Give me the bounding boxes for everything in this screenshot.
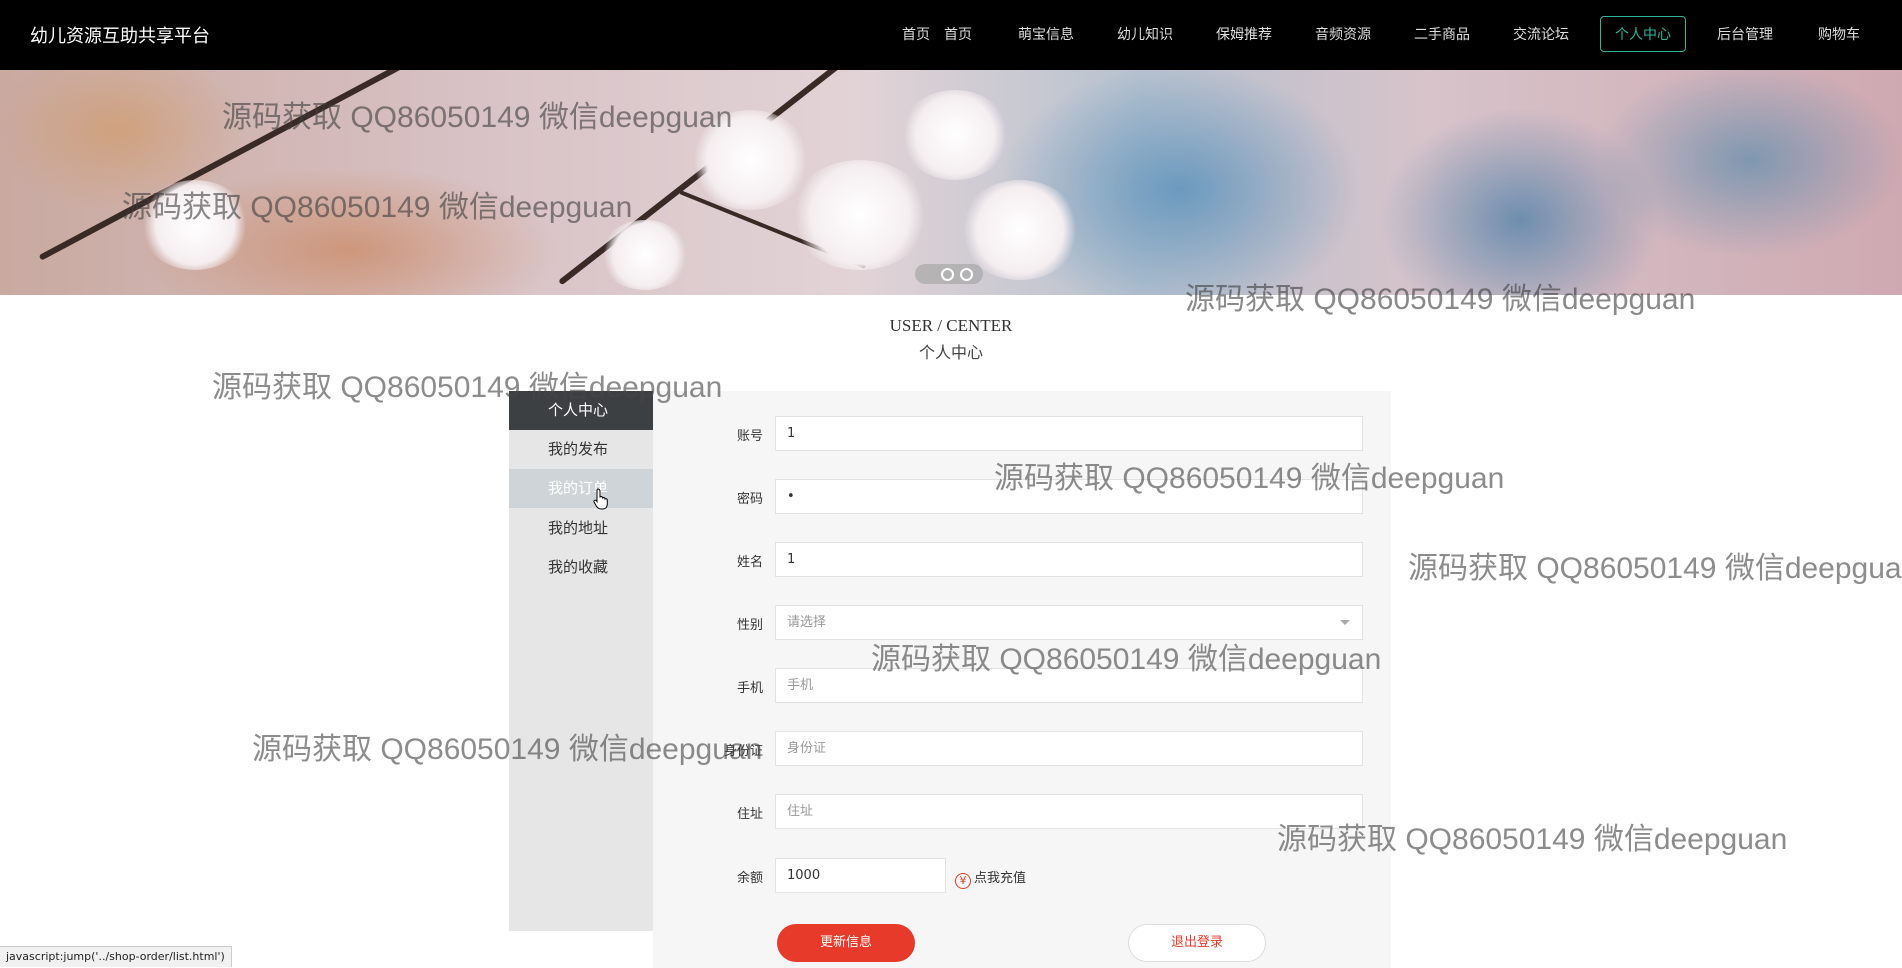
id-card-field[interactable]: 身份证 [775, 731, 1363, 766]
account-field[interactable]: 1 [775, 416, 1363, 451]
nav-item-audio[interactable]: 音频资源 [1315, 24, 1371, 44]
banner-carousel[interactable] [0, 70, 1902, 295]
blossom-decoration [900, 90, 1010, 180]
address-field[interactable]: 住址 [775, 794, 1363, 829]
blossom-decoration [690, 110, 810, 210]
recharge-link[interactable]: ¥ 点我充值 [955, 867, 1026, 889]
balance-label: 余额 [737, 871, 764, 886]
blossom-decoration [140, 180, 250, 270]
yen-icon: ¥ [955, 873, 971, 889]
password-label: 密码 [737, 492, 764, 507]
nav-item-home[interactable]: 首页 [902, 24, 930, 44]
id-card-label: 身份证 [724, 744, 764, 759]
gender-label: 性别 [737, 618, 764, 633]
sidebar-item-user-center[interactable]: 个人中心 [509, 391, 653, 430]
carousel-dot-2[interactable] [941, 268, 954, 281]
watermark: 源码获取 QQ86050149 微信deepguan [1408, 552, 1902, 585]
nav-item-forum[interactable]: 交流论坛 [1513, 24, 1569, 44]
section-title-cn: 个人中心 [918, 343, 983, 362]
carousel-dot-1[interactable] [921, 268, 934, 281]
nav-item-user-center[interactable]: 个人中心 [1600, 16, 1686, 52]
browser-status-bar: javascript:jump('../shop-order/list.html… [0, 946, 232, 967]
gender-select[interactable]: 请选择 [775, 605, 1363, 640]
hand-cursor-icon [593, 488, 608, 510]
nav-item-home[interactable]: 首页 [944, 24, 972, 44]
name-label: 姓名 [737, 555, 764, 570]
section-title-en: USER / CENTER [889, 316, 1013, 335]
logout-button[interactable]: 退出登录 [1128, 924, 1266, 962]
carousel-indicator [915, 264, 983, 284]
account-label: 账号 [737, 429, 764, 444]
sidebar-item-my-address[interactable]: 我的地址 [509, 509, 653, 548]
nav-item-admin[interactable]: 后台管理 [1717, 24, 1773, 44]
nav-item-child-knowledge[interactable]: 幼儿知识 [1117, 24, 1173, 44]
recharge-label: 点我充值 [974, 871, 1027, 886]
blossom-decoration [790, 160, 930, 270]
balance-field[interactable]: 1000 [775, 858, 946, 893]
address-label: 住址 [737, 807, 764, 822]
phone-label: 手机 [737, 681, 764, 696]
password-field[interactable]: • [775, 479, 1363, 514]
site-brand[interactable]: 幼儿资源互助共享平台 [30, 22, 210, 48]
name-field[interactable]: 1 [775, 542, 1363, 577]
update-info-button[interactable]: 更新信息 [777, 924, 915, 962]
chevron-down-icon [1340, 620, 1350, 625]
sidebar-item-my-favorites[interactable]: 我的收藏 [509, 548, 653, 587]
phone-field[interactable]: 手机 [775, 668, 1363, 703]
gender-select-value: 请选择 [787, 615, 827, 630]
blossom-decoration [600, 220, 690, 290]
carousel-dot-3[interactable] [960, 268, 973, 281]
sidebar-item-my-posts[interactable]: 我的发布 [509, 430, 653, 469]
nav-item-cart[interactable]: 购物车 [1818, 24, 1860, 44]
nav-item-baby-info[interactable]: 萌宝信息 [1018, 24, 1074, 44]
nav-item-nanny[interactable]: 保姆推荐 [1216, 24, 1272, 44]
user-center-sidebar: 个人中心 我的发布 我的订单 我的地址 我的收藏 [509, 391, 653, 931]
nav-item-secondhand[interactable]: 二手商品 [1414, 24, 1470, 44]
sidebar-item-my-orders[interactable]: 我的订单 [509, 469, 653, 508]
